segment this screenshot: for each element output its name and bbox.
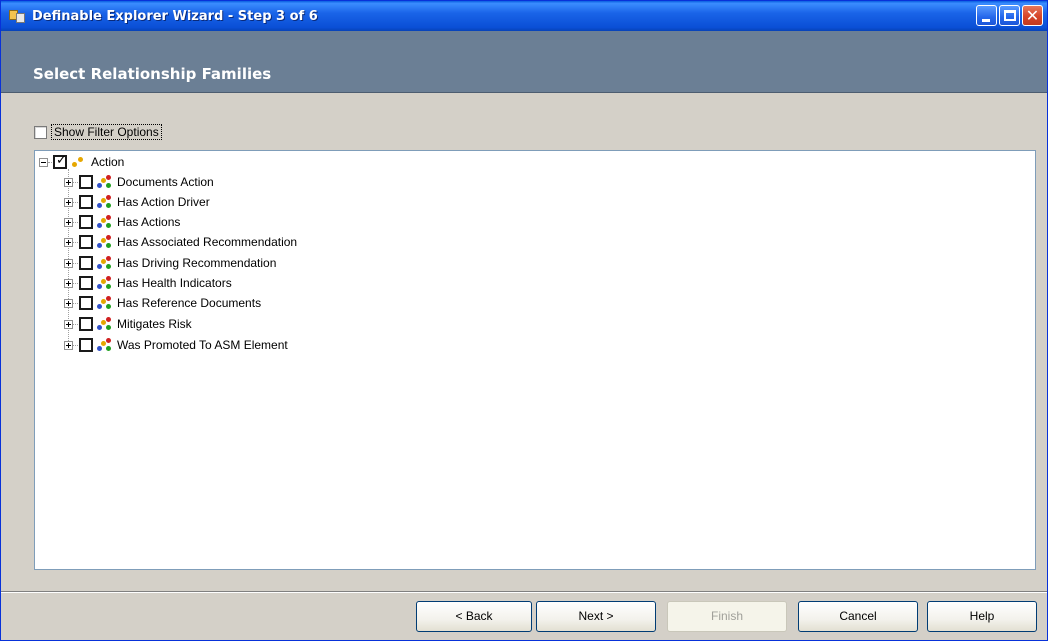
title-bar[interactable]: Definable Explorer Wizard - Step 3 of 6 … xyxy=(1,1,1047,31)
relationship-icon xyxy=(97,175,111,189)
tree-node-label: Has Actions xyxy=(117,215,181,229)
expand-icon[interactable] xyxy=(64,319,73,329)
app-icon xyxy=(9,8,27,24)
step-header: Select Relationship Families xyxy=(1,31,1047,93)
minimize-icon xyxy=(982,19,990,22)
tree-node-checkbox[interactable] xyxy=(79,256,93,270)
tree-node-action[interactable]: ✓ Action xyxy=(39,152,124,172)
close-button[interactable]: ✕ xyxy=(1022,5,1043,26)
checkmark-icon: ✓ xyxy=(56,153,67,168)
relationship-icon xyxy=(97,235,111,249)
tree-node-checkbox[interactable] xyxy=(79,317,93,331)
relationship-icon xyxy=(97,195,111,209)
close-icon: ✕ xyxy=(1025,6,1040,25)
tree-node-checkbox[interactable] xyxy=(79,215,93,229)
tree-node[interactable]: Documents Action xyxy=(64,172,214,192)
show-filter-options-label[interactable]: Show Filter Options xyxy=(51,124,162,140)
tree-node[interactable]: Mitigates Risk xyxy=(64,314,192,334)
expand-icon[interactable] xyxy=(64,217,73,227)
tree-node[interactable]: Has Associated Recommendation xyxy=(64,232,297,252)
step-title: Select Relationship Families xyxy=(33,65,272,83)
tree-node-checkbox[interactable] xyxy=(79,276,93,290)
show-filter-options-checkbox[interactable] xyxy=(34,125,47,139)
tree-node[interactable]: Has Reference Documents xyxy=(64,293,261,313)
wizard-window: Definable Explorer Wizard - Step 3 of 6 … xyxy=(0,0,1048,641)
expand-icon[interactable] xyxy=(64,298,73,308)
window-title: Definable Explorer Wizard - Step 3 of 6 xyxy=(32,8,318,24)
tree-node[interactable]: Has Action Driver xyxy=(64,192,210,212)
cancel-button[interactable]: Cancel xyxy=(798,601,918,632)
tree-node-label: Mitigates Risk xyxy=(117,317,192,331)
maximize-button[interactable] xyxy=(999,5,1020,26)
window-controls: ✕ xyxy=(976,5,1043,26)
tree-node-checkbox[interactable]: ✓ xyxy=(53,153,67,169)
collapse-icon[interactable] xyxy=(39,157,48,167)
tree-node-checkbox[interactable] xyxy=(79,296,93,310)
expand-icon[interactable] xyxy=(64,197,73,207)
tree-node-label: Has Health Indicators xyxy=(117,276,232,290)
family-icon xyxy=(71,155,85,169)
relationship-icon xyxy=(97,256,111,270)
tree-node[interactable]: Has Health Indicators xyxy=(64,273,232,293)
show-filter-options[interactable]: Show Filter Options xyxy=(34,124,162,140)
tree-node-label: Documents Action xyxy=(117,175,214,189)
maximize-icon xyxy=(1004,10,1016,21)
tree-node-label: Has Action Driver xyxy=(117,195,210,209)
expand-icon[interactable] xyxy=(64,258,73,268)
expand-icon[interactable] xyxy=(64,278,73,288)
tree-node-label: Action xyxy=(91,155,125,169)
relationship-icon xyxy=(97,215,111,229)
expand-icon[interactable] xyxy=(64,177,73,187)
footer-separator xyxy=(1,591,1047,593)
help-button[interactable]: Help xyxy=(927,601,1037,632)
tree-node-label: Has Driving Recommendation xyxy=(117,256,277,270)
tree-node-checkbox[interactable] xyxy=(79,175,93,189)
next-button[interactable]: Next > xyxy=(536,601,656,632)
tree-node-label: Was Promoted To ASM Element xyxy=(117,338,288,352)
minimize-button[interactable] xyxy=(976,5,997,26)
tree-node[interactable]: Has Actions xyxy=(64,212,180,232)
expand-icon[interactable] xyxy=(64,340,73,350)
relationship-icon xyxy=(97,338,111,352)
tree-node-label: Has Reference Documents xyxy=(117,296,262,310)
relationship-icon xyxy=(97,296,111,310)
expand-icon[interactable] xyxy=(64,237,73,247)
relationship-icon xyxy=(97,276,111,290)
tree-node-label: Has Associated Recommendation xyxy=(117,235,298,249)
tree-node[interactable]: Has Driving Recommendation xyxy=(64,253,276,273)
tree-node[interactable]: Was Promoted To ASM Element xyxy=(64,335,288,355)
tree-node-checkbox[interactable] xyxy=(79,195,93,209)
finish-button[interactable]: Finish xyxy=(667,601,787,632)
relationship-tree[interactable]: ✓ Action Documents Action Has Action Dri… xyxy=(34,150,1036,570)
tree-node-checkbox[interactable] xyxy=(79,235,93,249)
tree-node-checkbox[interactable] xyxy=(79,338,93,352)
relationship-icon xyxy=(97,317,111,331)
back-button[interactable]: < Back xyxy=(416,601,532,632)
